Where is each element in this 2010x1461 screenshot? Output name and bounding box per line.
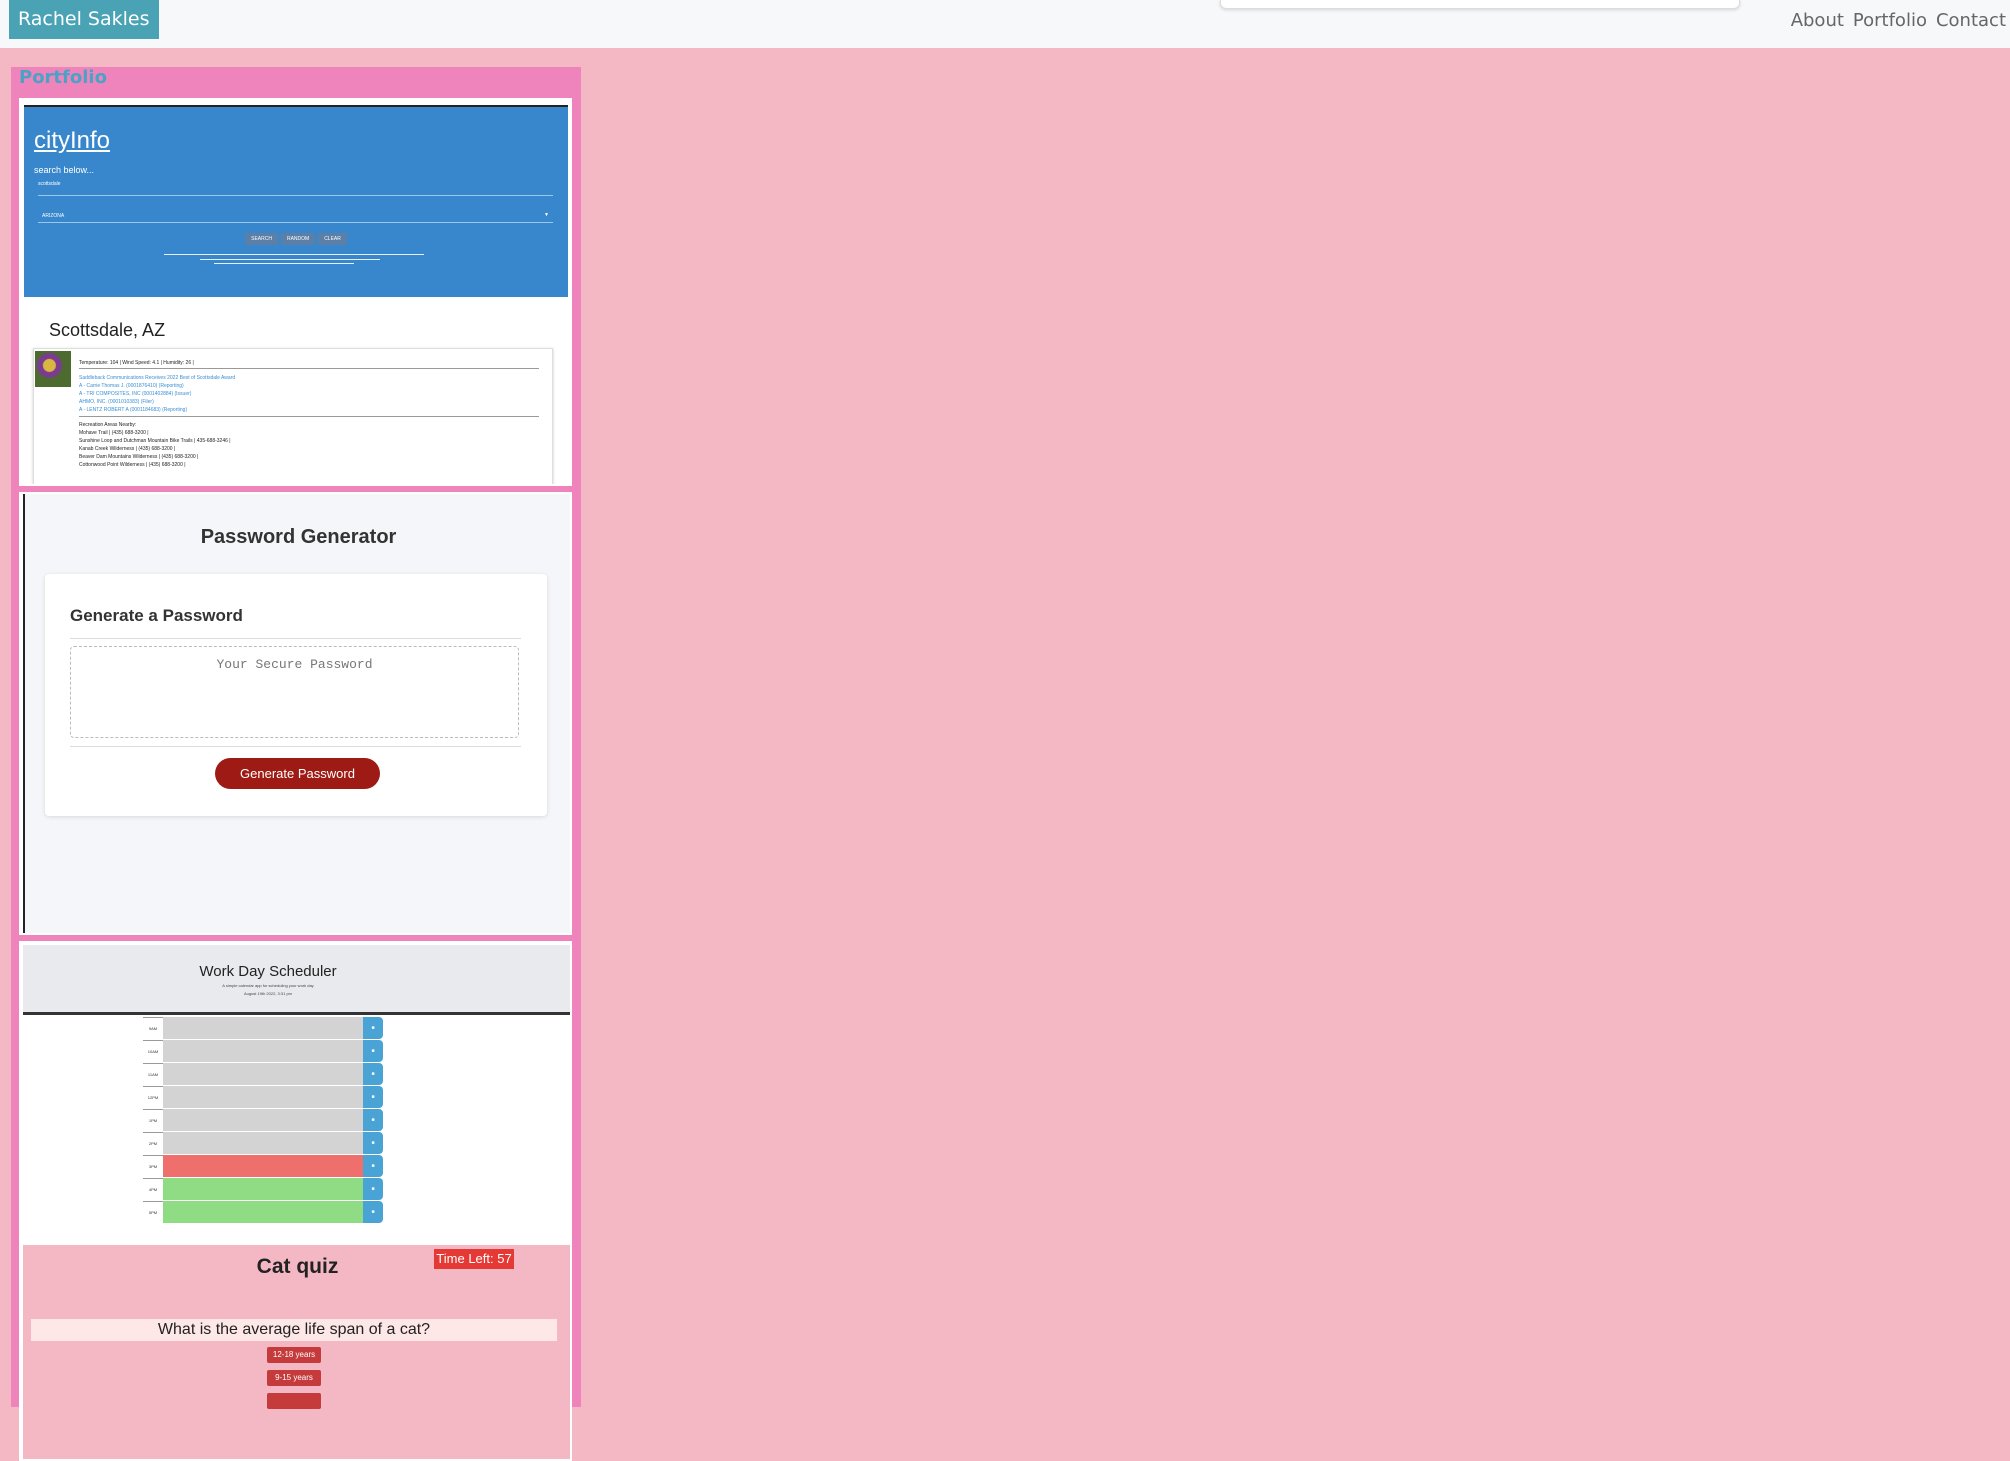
result-divider: [200, 259, 380, 260]
time-block-row: 4PM ■: [143, 1178, 383, 1201]
cityinfo-search-button: SEARCH: [245, 233, 278, 245]
input-underline: [38, 195, 553, 196]
result-divider: [214, 263, 354, 264]
cityinfo-title: cityInfo: [34, 127, 111, 154]
hour-label: 11AM: [143, 1063, 163, 1086]
time-block-row: 3PM ■: [143, 1155, 383, 1178]
recreation-item: Kanab Creek Wilderness | (435) 688-3200 …: [79, 446, 176, 452]
save-icon: ■: [363, 1178, 383, 1200]
quiz-option: [267, 1393, 321, 1409]
save-icon: ■: [363, 1040, 383, 1062]
quiz-question: What is the average life span of a cat?: [31, 1319, 557, 1341]
cityinfo-random-button: RANDOM: [280, 233, 316, 245]
hour-label: 3PM: [143, 1155, 163, 1178]
time-block-textarea: [163, 1109, 363, 1132]
password-card: Generate a Password Your Secure Password…: [45, 574, 547, 816]
time-block-textarea: [163, 1155, 363, 1178]
recreation-item: Beaver Dam Mountains Wilderness | (435) …: [79, 454, 199, 460]
save-icon: ■: [363, 1109, 383, 1131]
cityinfo-subtitle: search below...: [34, 165, 95, 175]
password-card-title: Generate a Password: [70, 606, 243, 625]
hour-label: 10AM: [143, 1040, 163, 1063]
hour-label: 4PM: [143, 1178, 163, 1201]
news-link: A - TRI COMPOSITES, INC (0001402884) (Is…: [79, 391, 192, 397]
cityinfo-buttons: SEARCH RANDOM CLEAR: [24, 233, 568, 245]
cityinfo-search-input: scottsdale: [38, 181, 61, 187]
hour-label: 2PM: [143, 1132, 163, 1155]
scheduler-subtitle: A simple calendar app for scheduling you…: [222, 983, 314, 988]
password-generator-screenshot: Password Generator Generate a Password Y…: [23, 494, 570, 933]
time-block-textarea: [163, 1201, 363, 1224]
divider: [79, 416, 539, 417]
dropdown-overlay: [1220, 0, 1740, 9]
time-block-textarea: [163, 1132, 363, 1155]
news-link: A - Carrie Thomas J. (0001876410) (Repor…: [79, 383, 184, 389]
portfolio-heading: Portfolio: [19, 67, 107, 88]
save-icon: ■: [363, 1017, 383, 1039]
top-navbar: Rachel Sakles About Portfolio Contact: [0, 0, 2010, 48]
recreation-heading: Recreation Areas Nearby:: [79, 422, 137, 428]
time-block-row: 12PM ■: [143, 1086, 383, 1109]
weather-text: Temperature: 104 | Wind Speed: 4.1 | Hum…: [79, 360, 194, 366]
time-block-textarea: [163, 1086, 363, 1109]
time-block-textarea: [163, 1017, 363, 1040]
cat-quiz-screenshot: Cat quiz Time Left: 57 What is the avera…: [23, 1245, 570, 1459]
hour-label: 1PM: [143, 1109, 163, 1132]
time-block-row: 9AM ■: [143, 1017, 383, 1040]
scheduler-header: Work Day Scheduler A simple calendar app…: [23, 945, 570, 1015]
recreation-item: Sunshine Loop and Dutchman Mountain Bike…: [79, 438, 231, 444]
hour-label: 9AM: [143, 1017, 163, 1040]
recreation-item: Mohave Trail | (435) 688-3200 |: [79, 430, 149, 436]
scheduler-title: Work Day Scheduler: [199, 963, 337, 980]
select-underline: [38, 222, 553, 223]
cityinfo-city-name: Scottsdale, AZ: [49, 320, 166, 340]
divider: [70, 638, 521, 639]
divider: [79, 368, 539, 369]
flower-image: [35, 351, 71, 387]
portfolio-section: Portfolio cityInfo search below... scott…: [11, 67, 581, 1461]
cityinfo-state-select: ARIZONA: [42, 213, 65, 219]
project-card-password-generator[interactable]: Password Generator Generate a Password Y…: [19, 492, 572, 935]
hour-label: 5PM: [143, 1201, 163, 1224]
news-link: Saddleback Communications Receives 2022 …: [79, 375, 236, 381]
save-icon: ■: [363, 1201, 383, 1223]
generate-password-button: Generate Password: [215, 758, 380, 789]
time-block-textarea: [163, 1040, 363, 1063]
cityinfo-results-box: Temperature: 104 | Wind Speed: 4.1 | Hum…: [33, 348, 553, 484]
project-card-cat-quiz[interactable]: Cat quiz Time Left: 57 What is the avera…: [19, 1241, 572, 1461]
select-caret-icon: ▼: [544, 212, 549, 218]
cityinfo-header: cityInfo search below... scottsdale ARIZ…: [24, 105, 568, 297]
save-icon: ■: [363, 1155, 383, 1177]
password-textarea: Your Secure Password: [70, 646, 519, 738]
nav-links: About Portfolio Contact: [1791, 10, 2006, 31]
news-link: A - LENTZ ROBERT A (0001184683) (Reporti…: [79, 407, 188, 413]
save-icon: ■: [363, 1086, 383, 1108]
brand-link[interactable]: Rachel Sakles: [9, 0, 159, 39]
password-generator-title: Password Generator: [200, 526, 397, 548]
nav-portfolio[interactable]: Portfolio: [1853, 10, 1927, 31]
scheduler-date: August 19th 2022, 3:31 pm: [243, 991, 293, 996]
nav-contact[interactable]: Contact: [1936, 10, 2006, 31]
quiz-option: 12-18 years: [267, 1347, 321, 1363]
time-block-row: 11AM ■: [143, 1063, 383, 1086]
cityinfo-clear-button: CLEAR: [318, 233, 347, 245]
news-link: AHMO, INC. (0001010383) (Filer): [79, 399, 154, 405]
time-block-row: 5PM ■: [143, 1201, 383, 1224]
divider: [70, 746, 521, 747]
time-block-row: 1PM ■: [143, 1109, 383, 1132]
quiz-option: 9-15 years: [267, 1370, 321, 1386]
hour-label: 12PM: [143, 1086, 163, 1109]
result-divider: [164, 254, 424, 255]
time-block-row: 2PM ■: [143, 1132, 383, 1155]
quiz-timer: Time Left: 57: [434, 1249, 514, 1269]
scheduler-rows: 9AM ■ 10AM ■ 11AM ■ 12PM ■ 1PM ■ 2PM ■ 3PM ■ 4PM ■ 5PM ■: [143, 1017, 383, 1224]
save-icon: ■: [363, 1132, 383, 1154]
time-block-row: 10AM ■: [143, 1040, 383, 1063]
save-icon: ■: [363, 1063, 383, 1085]
recreation-item: Cottonwood Point Wilderness | (435) 688-…: [79, 462, 186, 468]
nav-about[interactable]: About: [1791, 10, 1844, 31]
time-block-textarea: [163, 1063, 363, 1086]
time-block-textarea: [163, 1178, 363, 1201]
project-card-cityinfo[interactable]: cityInfo search below... scottsdale ARIZ…: [19, 98, 572, 486]
